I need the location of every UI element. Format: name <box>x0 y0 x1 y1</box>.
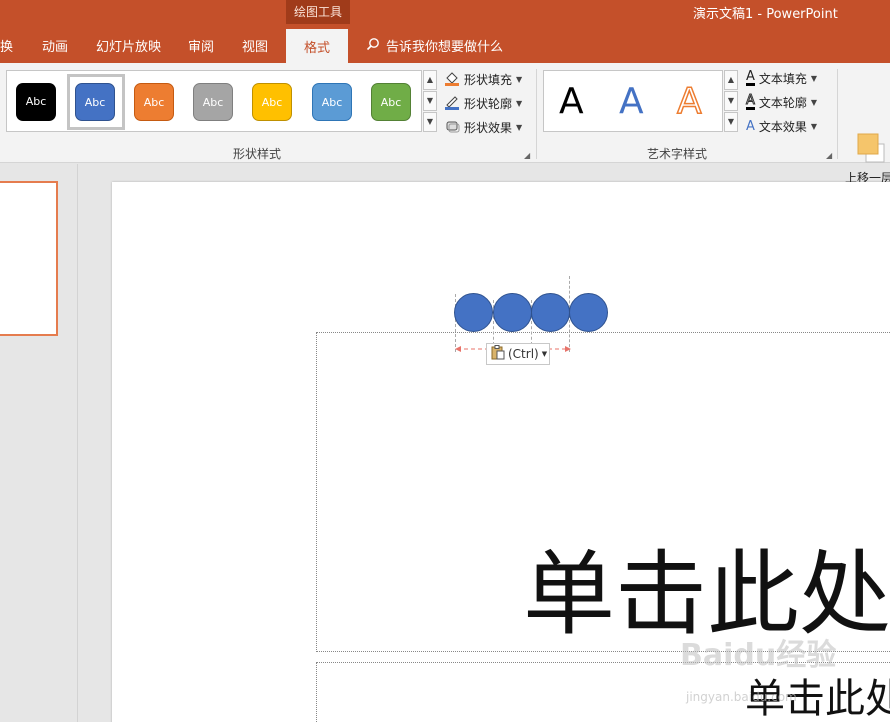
tell-me-text: 告诉我你想要做什么 <box>386 40 504 55</box>
ribbon: Abc Abc Abc Abc Abc Abc Abc ▲ ▼ ▼ 形状填充 ▼… <box>0 63 890 196</box>
shape-style-blue[interactable]: Abc <box>75 83 115 121</box>
title-bar: 绘图工具 演示文稿1 - PowerPoint 换 动画 幻灯片放映 审阅 视图… <box>0 0 890 63</box>
tab-slideshow[interactable]: 幻灯片放映 <box>96 36 161 55</box>
circle-shape-4[interactable] <box>569 293 608 332</box>
gallery-scroll-up[interactable]: ▲ <box>423 70 437 90</box>
wordart-styles-launcher[interactable]: ◢ <box>826 151 832 160</box>
shape-outline-button[interactable]: 形状轮廓 ▼ <box>444 94 522 113</box>
group-divider <box>837 69 838 159</box>
chevron-down-icon: ▼ <box>516 123 523 132</box>
text-effects-button[interactable]: A 文本效果 ▼ <box>746 118 817 135</box>
text-outline-button[interactable]: A 文本轮廓 ▼ <box>746 94 817 111</box>
watermark-url: jingyan.baidu.com <box>686 690 797 704</box>
paint-bucket-icon <box>444 70 460 89</box>
shape-style-gold[interactable]: Abc <box>252 83 292 121</box>
drawing-tools-context-label: 绘图工具 <box>286 0 350 24</box>
shape-styles-group-label: 形状样式 <box>233 147 282 161</box>
circle-shape-1[interactable] <box>454 293 493 332</box>
chevron-down-icon: ▼ <box>516 75 523 84</box>
gallery-scroll-down[interactable]: ▼ <box>423 91 437 111</box>
chevron-down-icon: ▼ <box>516 99 523 108</box>
circle-shape-3[interactable] <box>531 293 570 332</box>
wordart-sample-orange[interactable]: A <box>676 80 702 123</box>
gallery-more[interactable]: ▼ <box>423 112 437 132</box>
tell-me-box[interactable]: 告诉我你想要做什么 <box>366 36 503 55</box>
paste-options-button[interactable]: (Ctrl) ▼ <box>486 343 550 365</box>
shape-style-black[interactable]: Abc <box>16 83 56 121</box>
circle-shape-2[interactable] <box>493 293 532 332</box>
shape-effects-button[interactable]: 形状效果 ▼ <box>444 118 522 137</box>
watermark-logo: Baidu经验 <box>680 638 837 673</box>
pen-outline-icon <box>444 94 460 113</box>
wordart-more[interactable]: ▼ <box>724 112 738 132</box>
chevron-down-icon: ▼ <box>810 98 818 107</box>
text-outline-icon: A <box>746 93 755 110</box>
text-fill-button[interactable]: A 文本填充 ▼ <box>746 70 817 87</box>
tab-transitions[interactable]: 换 <box>0 36 13 55</box>
shape-style-orange[interactable]: Abc <box>134 83 174 121</box>
text-effects-icon: A <box>746 119 755 134</box>
tab-view[interactable]: 视图 <box>242 36 268 55</box>
shape-style-green[interactable]: Abc <box>371 83 411 121</box>
wordart-styles-group-label: 艺术字样式 <box>647 147 708 161</box>
app-title: 演示文稿1 - PowerPoint <box>693 7 838 22</box>
shape-style-gray[interactable]: Abc <box>193 83 233 121</box>
search-icon <box>366 37 380 55</box>
shape-styles-gallery[interactable]: Abc Abc Abc Abc Abc Abc Abc <box>6 70 422 132</box>
shape-styles-launcher[interactable]: ◢ <box>524 151 530 160</box>
shape-style-light-blue[interactable]: Abc <box>312 83 352 121</box>
clipboard-icon <box>491 345 505 363</box>
powerpoint-window: 绘图工具 演示文稿1 - PowerPoint 换 动画 幻灯片放映 审阅 视图… <box>0 0 890 722</box>
bring-forward-icon <box>857 133 885 163</box>
wordart-scroll-up[interactable]: ▲ <box>724 70 738 90</box>
wordart-scroll-down[interactable]: ▼ <box>724 91 738 111</box>
shape-effects-icon <box>444 118 460 137</box>
chevron-down-icon: ▼ <box>810 74 818 83</box>
chevron-down-icon: ▼ <box>541 350 548 358</box>
tab-review[interactable]: 审阅 <box>188 36 214 55</box>
chevron-down-icon: ▼ <box>810 122 818 131</box>
wordart-gallery[interactable]: A A A <box>543 70 723 132</box>
paste-options-label: (Ctrl) <box>508 347 539 361</box>
tab-animations[interactable]: 动画 <box>42 36 68 55</box>
group-divider <box>536 69 537 159</box>
slide-thumbnail-1[interactable] <box>0 181 58 336</box>
tab-format[interactable]: 格式 <box>286 29 349 63</box>
wordart-sample-blue[interactable]: A <box>619 81 644 122</box>
shape-fill-button[interactable]: 形状填充 ▼ <box>444 70 522 89</box>
wordart-sample-black[interactable]: A <box>559 81 584 122</box>
slide-thumbnail-pane <box>0 164 78 722</box>
text-fill-icon: A <box>746 69 755 86</box>
